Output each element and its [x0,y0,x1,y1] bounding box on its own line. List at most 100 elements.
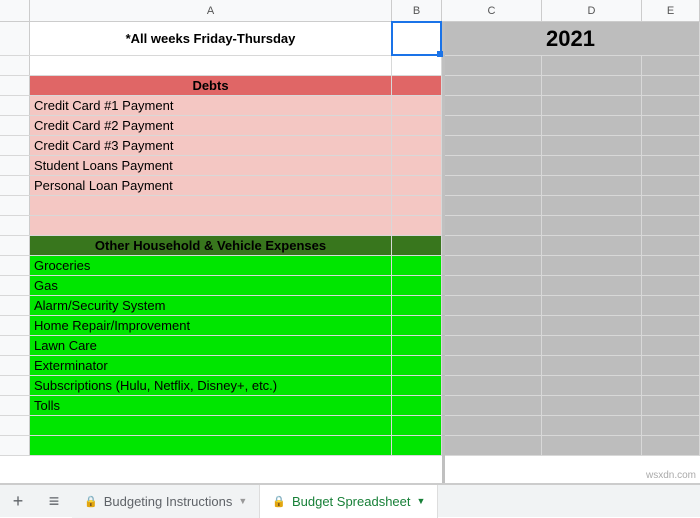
cell[interactable] [392,56,442,75]
cell[interactable] [642,116,700,135]
cell[interactable] [642,276,700,295]
row-num[interactable] [0,316,30,335]
row-num[interactable] [0,256,30,275]
household-item[interactable]: Lawn Care [30,336,392,355]
household-item[interactable] [30,436,392,455]
cell[interactable] [642,216,700,235]
cell[interactable] [642,236,700,255]
table-row[interactable]: Tolls [0,396,700,416]
household-item[interactable]: Gas [30,276,392,295]
section-title-household[interactable]: Other Household & Vehicle Expenses [30,236,392,255]
table-row[interactable]: Alarm/Security System [0,296,700,316]
cell[interactable] [442,336,542,355]
cell-b1[interactable] [392,22,442,55]
debts-item[interactable]: Student Loans Payment [30,156,392,175]
cell[interactable] [642,176,700,195]
cell[interactable] [442,96,542,115]
row-num[interactable] [0,236,30,255]
cell[interactable] [30,56,392,75]
cell[interactable] [442,316,542,335]
household-item[interactable]: Alarm/Security System [30,296,392,315]
cell[interactable] [542,116,642,135]
cell-note[interactable]: *All weeks Friday-Thursday [30,22,392,55]
cell[interactable] [642,436,700,455]
cell[interactable] [542,256,642,275]
cell[interactable] [642,256,700,275]
debts-item[interactable]: Credit Card #2 Payment [30,116,392,135]
cell[interactable] [442,376,542,395]
tab-budget-spreadsheet[interactable]: 🔒 Budget Spreadsheet ▼ [260,485,438,518]
cell[interactable] [392,376,442,395]
cell[interactable] [542,316,642,335]
cell[interactable] [542,56,642,75]
row-1[interactable]: *All weeks Friday-Thursday 2021 [0,22,700,56]
cell[interactable] [392,256,442,275]
table-row[interactable]: Personal Loan Payment [0,176,700,196]
cell[interactable] [392,316,442,335]
cell[interactable] [642,96,700,115]
cell[interactable] [642,156,700,175]
cell[interactable] [642,76,700,95]
debts-item[interactable]: Credit Card #1 Payment [30,96,392,115]
row-debts-header[interactable]: Debts [0,76,700,96]
select-all-corner[interactable] [0,0,30,21]
cell[interactable] [542,376,642,395]
row-num[interactable] [0,22,30,55]
cell[interactable] [542,236,642,255]
cell[interactable] [442,296,542,315]
cell[interactable] [642,316,700,335]
debts-item[interactable]: Credit Card #3 Payment [30,136,392,155]
cell[interactable] [542,396,642,415]
table-row[interactable]: Credit Card #2 Payment [0,116,700,136]
household-item[interactable]: Tolls [30,396,392,415]
cell[interactable] [392,236,442,255]
cell[interactable] [30,216,392,235]
cell[interactable] [392,396,442,415]
cell[interactable] [392,116,442,135]
row-num[interactable] [0,396,30,415]
cell[interactable] [442,416,542,435]
col-header-E[interactable]: E [642,0,700,21]
cell[interactable] [642,396,700,415]
row-num[interactable] [0,356,30,375]
col-header-D[interactable]: D [542,0,642,21]
row-num[interactable] [0,296,30,315]
chevron-down-icon[interactable]: ▼ [417,496,426,506]
add-sheet-button[interactable]: + [0,485,36,518]
cell[interactable] [642,416,700,435]
cell[interactable] [30,196,392,215]
cell[interactable] [392,136,442,155]
section-title-debts[interactable]: Debts [30,76,392,95]
row-num[interactable] [0,136,30,155]
table-row[interactable]: Gas [0,276,700,296]
row-num[interactable] [0,76,30,95]
cell[interactable] [392,336,442,355]
cell[interactable] [392,436,442,455]
table-row[interactable] [0,436,700,456]
cell[interactable] [392,296,442,315]
cell[interactable] [542,416,642,435]
table-row[interactable]: Lawn Care [0,336,700,356]
row-household-header[interactable]: Other Household & Vehicle Expenses [0,236,700,256]
cell[interactable] [442,156,542,175]
cell[interactable] [442,396,542,415]
cell[interactable] [442,116,542,135]
col-header-B[interactable]: B [392,0,442,21]
spreadsheet-grid[interactable]: A B C D E *All weeks Friday-Thursday 202… [0,0,700,484]
cell[interactable] [542,176,642,195]
row-num[interactable] [0,196,30,215]
cell[interactable] [442,276,542,295]
col-header-A[interactable]: A [30,0,392,21]
table-row[interactable]: Subscriptions (Hulu, Netflix, Disney+, e… [0,376,700,396]
table-row[interactable]: Student Loans Payment [0,156,700,176]
cell[interactable] [392,96,442,115]
cell[interactable] [542,96,642,115]
cell[interactable] [442,436,542,455]
row-num[interactable] [0,216,30,235]
cell[interactable] [542,196,642,215]
cell[interactable] [442,196,542,215]
cell[interactable] [392,216,442,235]
row-num[interactable] [0,56,30,75]
debts-item[interactable]: Personal Loan Payment [30,176,392,195]
cell[interactable] [442,56,542,75]
